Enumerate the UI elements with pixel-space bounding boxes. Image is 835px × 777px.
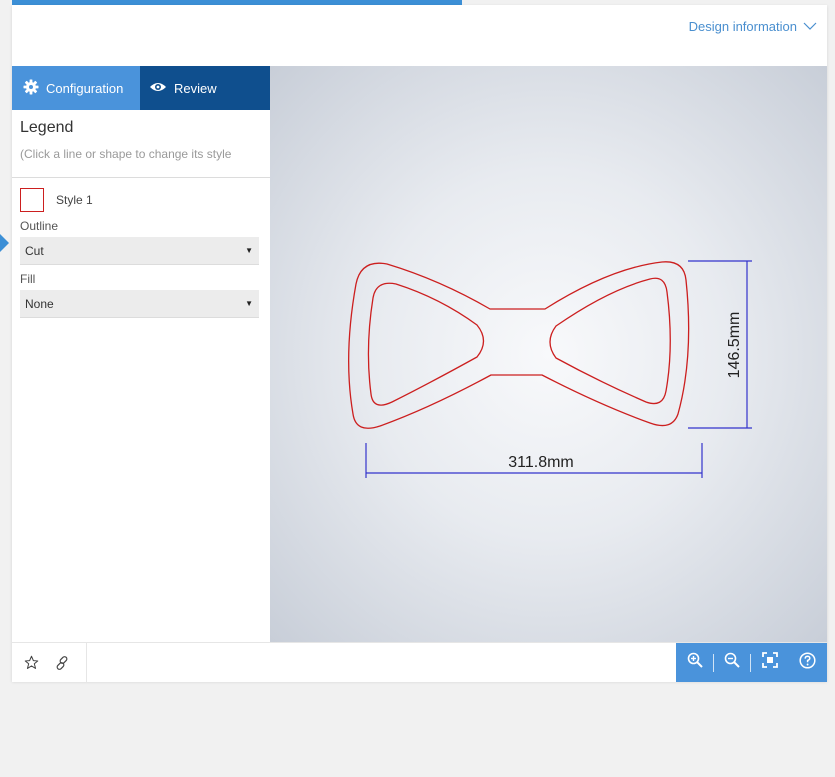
outline-label: Outline [20,219,59,233]
tab-configuration-label: Configuration [46,80,124,96]
tab-review[interactable]: Review [140,66,270,110]
eye-icon [149,81,167,96]
zoom-out-button[interactable] [714,643,750,682]
zoom-in-button[interactable] [676,643,713,682]
help-icon [799,651,816,674]
card-header: Design information [12,5,827,66]
bottom-left-tools [12,643,87,682]
fill-select-value: None [25,296,54,311]
side-collapse-marker [0,234,9,252]
caret-down-icon: ▼ [245,246,253,255]
outline-select-value: Cut [25,243,44,258]
chevron-down-icon [803,22,817,31]
design-preview-canvas[interactable]: 311.8mm 146.5mm [270,66,827,642]
design-card: Design information Configuration Review … [12,5,827,682]
zoom-in-icon [687,652,703,673]
legend-hint: (Click a line or shape to change its sty… [20,147,232,161]
bow-tie-outer-outline[interactable] [348,261,690,429]
legend-divider [12,177,270,178]
fit-screen-icon [761,652,778,673]
tab-review-label: Review [174,80,217,96]
zoom-controls [676,643,827,682]
height-dimension-label: 146.5mm [726,312,743,379]
configuration-sidebar: Configuration Review Legend (Click a lin… [12,66,271,642]
style-name: Style 1 [56,193,93,207]
link-icon[interactable] [53,654,71,672]
zoom-out-icon [724,652,740,673]
style-color-swatch[interactable] [20,188,44,212]
fit-screen-button[interactable] [751,643,788,682]
fill-select[interactable]: None ▼ [20,290,259,318]
design-information-toggle[interactable]: Design information [689,19,817,34]
sidebar-tabs: Configuration Review [12,66,270,110]
caret-down-icon: ▼ [245,299,253,308]
help-button[interactable] [788,643,827,682]
tab-configuration[interactable]: Configuration [12,66,140,110]
outline-select[interactable]: Cut ▼ [20,237,259,265]
style-row: Style 1 [20,188,270,212]
design-drawing: 311.8mm 146.5mm [348,260,752,478]
star-icon[interactable] [24,655,39,670]
bow-tie-inner-outline[interactable] [367,277,671,406]
bottom-toolbar [12,642,827,682]
gear-icon [23,79,39,98]
legend-title: Legend [20,119,74,136]
design-information-label: Design information [688,19,797,34]
width-dimension-label: 311.8mm [508,454,574,471]
fill-label: Fill [20,272,36,286]
